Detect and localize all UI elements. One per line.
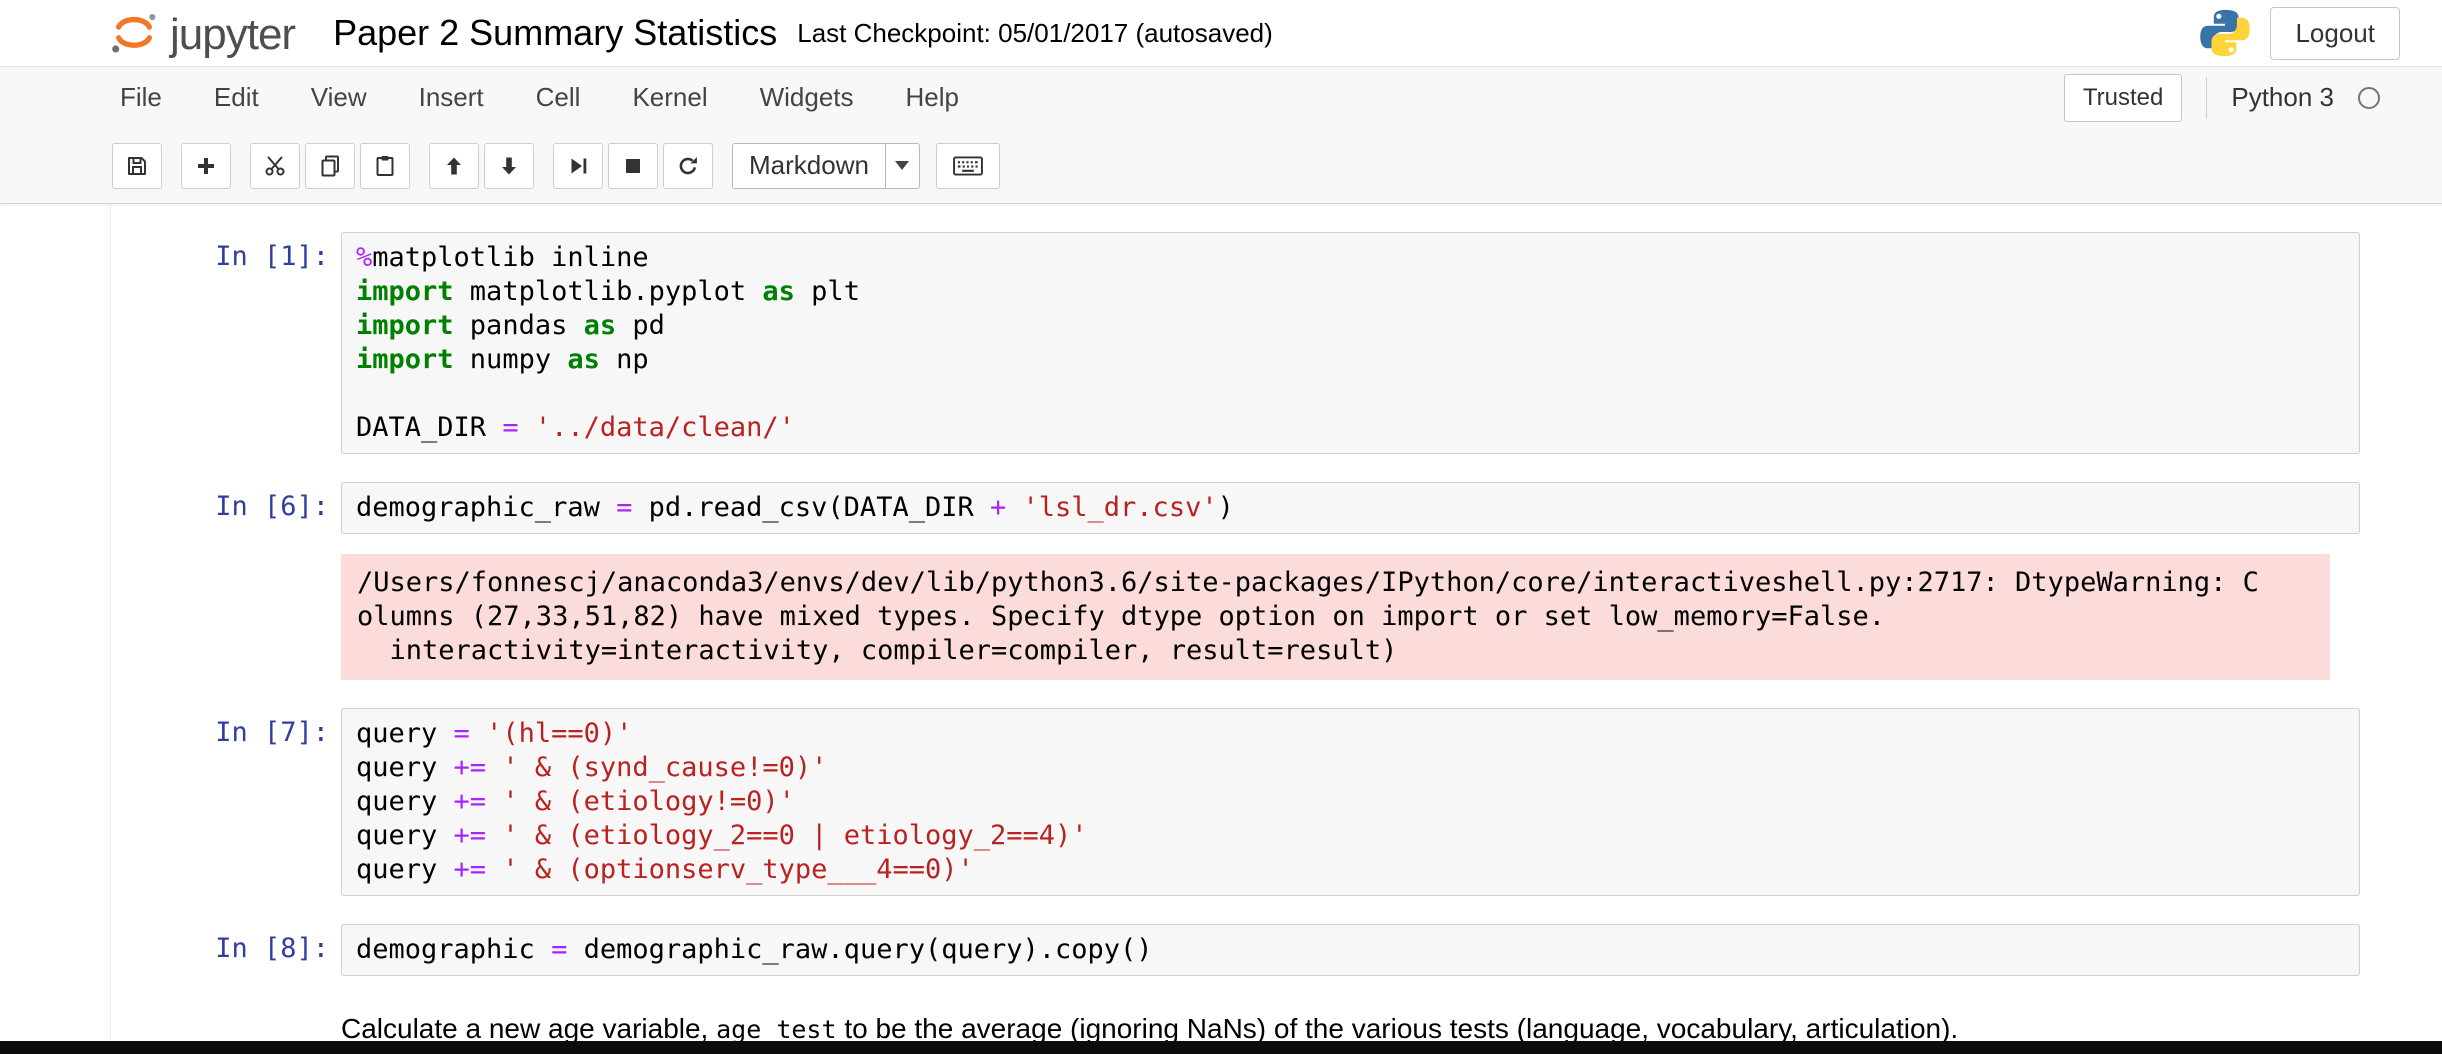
cell-output: /Users/fonnescj/anaconda3/envs/dev/lib/p…: [111, 554, 2442, 680]
move-cell-up-button[interactable]: [429, 142, 479, 189]
input-prompt: In [7]:: [215, 717, 329, 748]
code-input[interactable]: query = '(hl==0)' query += ' & (synd_caus…: [341, 708, 2360, 896]
run-cell-button[interactable]: [553, 142, 603, 189]
notebook: In [1]: %matplotlib inline import matplotl…: [110, 204, 2442, 1049]
notebook-title[interactable]: Paper 2 Summary Statistics: [333, 12, 777, 54]
copy-cell-button[interactable]: [305, 142, 355, 189]
menu-widgets[interactable]: Widgets: [734, 82, 880, 113]
screen-edge-strip: [0, 1041, 2442, 1054]
logout-button[interactable]: Logout: [2270, 6, 2400, 60]
input-prompt: In [6]:: [215, 491, 329, 522]
insert-cell-below-button[interactable]: [181, 142, 231, 189]
celltype-value: Markdown: [749, 150, 869, 180]
code-text: %matplotlib inline import matplotlib.pypl…: [356, 242, 860, 443]
save-button[interactable]: [112, 142, 162, 189]
cut-cell-button[interactable]: [250, 142, 300, 189]
command-palette-button[interactable]: [935, 142, 1000, 189]
chevron-down-icon: [884, 143, 919, 188]
restart-kernel-button[interactable]: [663, 142, 713, 189]
code-text: query = '(hl==0)' query += ' & (synd_caus…: [356, 718, 1088, 885]
code-input[interactable]: demographic = demographic_raw.query(quer…: [341, 924, 2360, 976]
code-cell: In [7]: query = '(hl==0)' query += ' & (sy…: [111, 708, 2442, 896]
input-prompt: In [1]:: [215, 241, 329, 272]
divider: [2206, 76, 2208, 119]
kernel-idle-icon: [2358, 86, 2380, 109]
scissors-icon: [265, 156, 285, 175]
refresh-icon: [679, 156, 697, 174]
menubar-right: Trusted Python 3: [2063, 73, 2380, 122]
celltype-dropdown[interactable]: Markdown: [732, 142, 920, 189]
menu-help[interactable]: Help: [880, 82, 985, 113]
jupyter-wordmark: jupyter: [170, 10, 296, 59]
stderr-output: /Users/fonnescj/anaconda3/envs/dev/lib/p…: [341, 554, 2330, 680]
kernel-name: Python 3: [2231, 82, 2334, 112]
input-prompt: In [8]:: [215, 933, 329, 964]
menu-insert[interactable]: Insert: [393, 82, 510, 113]
jupyter-icon: [112, 13, 156, 53]
header-right: Logout: [2198, 6, 2400, 60]
python-icon: [2200, 9, 2251, 57]
paste-cell-button[interactable]: [360, 142, 410, 189]
arrow-up-icon: [447, 157, 461, 174]
menu-kernel[interactable]: Kernel: [606, 82, 733, 113]
toolbar: Markdown: [0, 128, 2442, 204]
menu-file[interactable]: File: [120, 82, 188, 113]
code-cell: In [8]: demographic = demographic_raw.que…: [111, 924, 2442, 976]
run-icon: [571, 158, 587, 173]
notebook-header: jupyter Paper 2 Summary Statistics Last …: [0, 0, 2442, 66]
save-icon: [128, 156, 146, 175]
code-text: demographic_raw = pd.read_csv(DATA_DIR +…: [356, 492, 1234, 523]
trusted-button[interactable]: Trusted: [2063, 73, 2183, 122]
code-cell: In [1]: %matplotlib inline import matplotl…: [111, 232, 2442, 454]
copy-icon: [321, 155, 339, 176]
code-text: demographic = demographic_raw.query(quer…: [356, 934, 1153, 965]
checkpoint-status: Last Checkpoint: 05/01/2017 (autosaved): [797, 17, 1273, 48]
plus-icon: [198, 157, 214, 174]
arrow-down-icon: [502, 157, 516, 174]
menu-cell[interactable]: Cell: [510, 82, 607, 113]
move-cell-down-button[interactable]: [484, 142, 534, 189]
output-prompt: [111, 554, 341, 680]
menu-view[interactable]: View: [285, 82, 393, 113]
code-input[interactable]: demographic_raw = pd.read_csv(DATA_DIR +…: [341, 482, 2360, 534]
menu-edit[interactable]: Edit: [188, 82, 285, 113]
paste-icon: [376, 155, 394, 176]
interrupt-kernel-button[interactable]: [608, 142, 658, 189]
keyboard-icon: [953, 155, 983, 176]
jupyter-logo[interactable]: jupyter: [108, 6, 296, 60]
stop-icon: [626, 158, 640, 173]
code-cell: In [6]: demographic_raw = pd.read_csv(DAT…: [111, 482, 2442, 534]
code-input[interactable]: %matplotlib inline import matplotlib.pypl…: [341, 232, 2360, 454]
menubar: File Edit View Insert Cell Kernel Widget…: [0, 66, 2442, 128]
